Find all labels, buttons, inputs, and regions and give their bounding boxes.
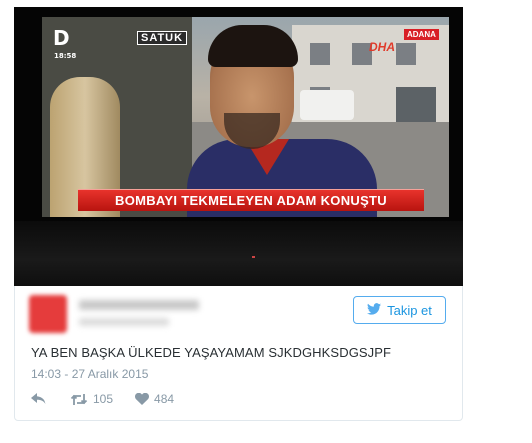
follow-label: Takip et [387, 302, 432, 318]
twitter-bird-icon [367, 302, 382, 318]
retweet-icon [70, 393, 88, 406]
news-headline: BOMBAYI TEKMELEYEN ADAM KONUŞTU [115, 193, 387, 208]
news-ticker: BOMBAYI TEKMELEYEN ADAM KONUŞTU [78, 189, 424, 211]
reply-button[interactable] [31, 393, 46, 405]
retweet-count: 105 [93, 392, 114, 406]
city-badge: ADANA [404, 29, 439, 40]
tv-bezel [14, 221, 463, 286]
reply-icon [31, 393, 46, 405]
like-button[interactable]: 484 [135, 392, 174, 406]
tv-clock: 18:58 [54, 52, 77, 60]
tv-led [252, 256, 255, 258]
user-handle-blurred[interactable] [79, 318, 169, 326]
follow-button[interactable]: Takip et [353, 296, 446, 324]
like-count: 484 [154, 392, 175, 406]
heart-icon [135, 393, 150, 405]
tweet-text: YA BEN BAŞKA ÜLKEDE YAŞAYAMAM SJKDGHKSDG… [31, 345, 392, 360]
retweet-button[interactable]: 105 [70, 392, 113, 406]
agency-logo: DHA [369, 40, 395, 54]
tweet-actions: 105 484 [31, 391, 174, 407]
channel-logo: D [53, 26, 70, 50]
tweet-photo[interactable]: D 18:58 SATUK DHA ADANA BOMBAYI TEKMELEY… [14, 7, 463, 286]
tweet-timestamp[interactable]: 14:03 - 27 Aralık 2015 [31, 367, 148, 381]
user-name-blurred[interactable] [79, 300, 199, 310]
shop-sign: SATUK [137, 31, 188, 45]
avatar[interactable] [29, 295, 67, 333]
tv-screen: D 18:58 SATUK DHA ADANA BOMBAYI TEKMELEY… [42, 17, 449, 217]
